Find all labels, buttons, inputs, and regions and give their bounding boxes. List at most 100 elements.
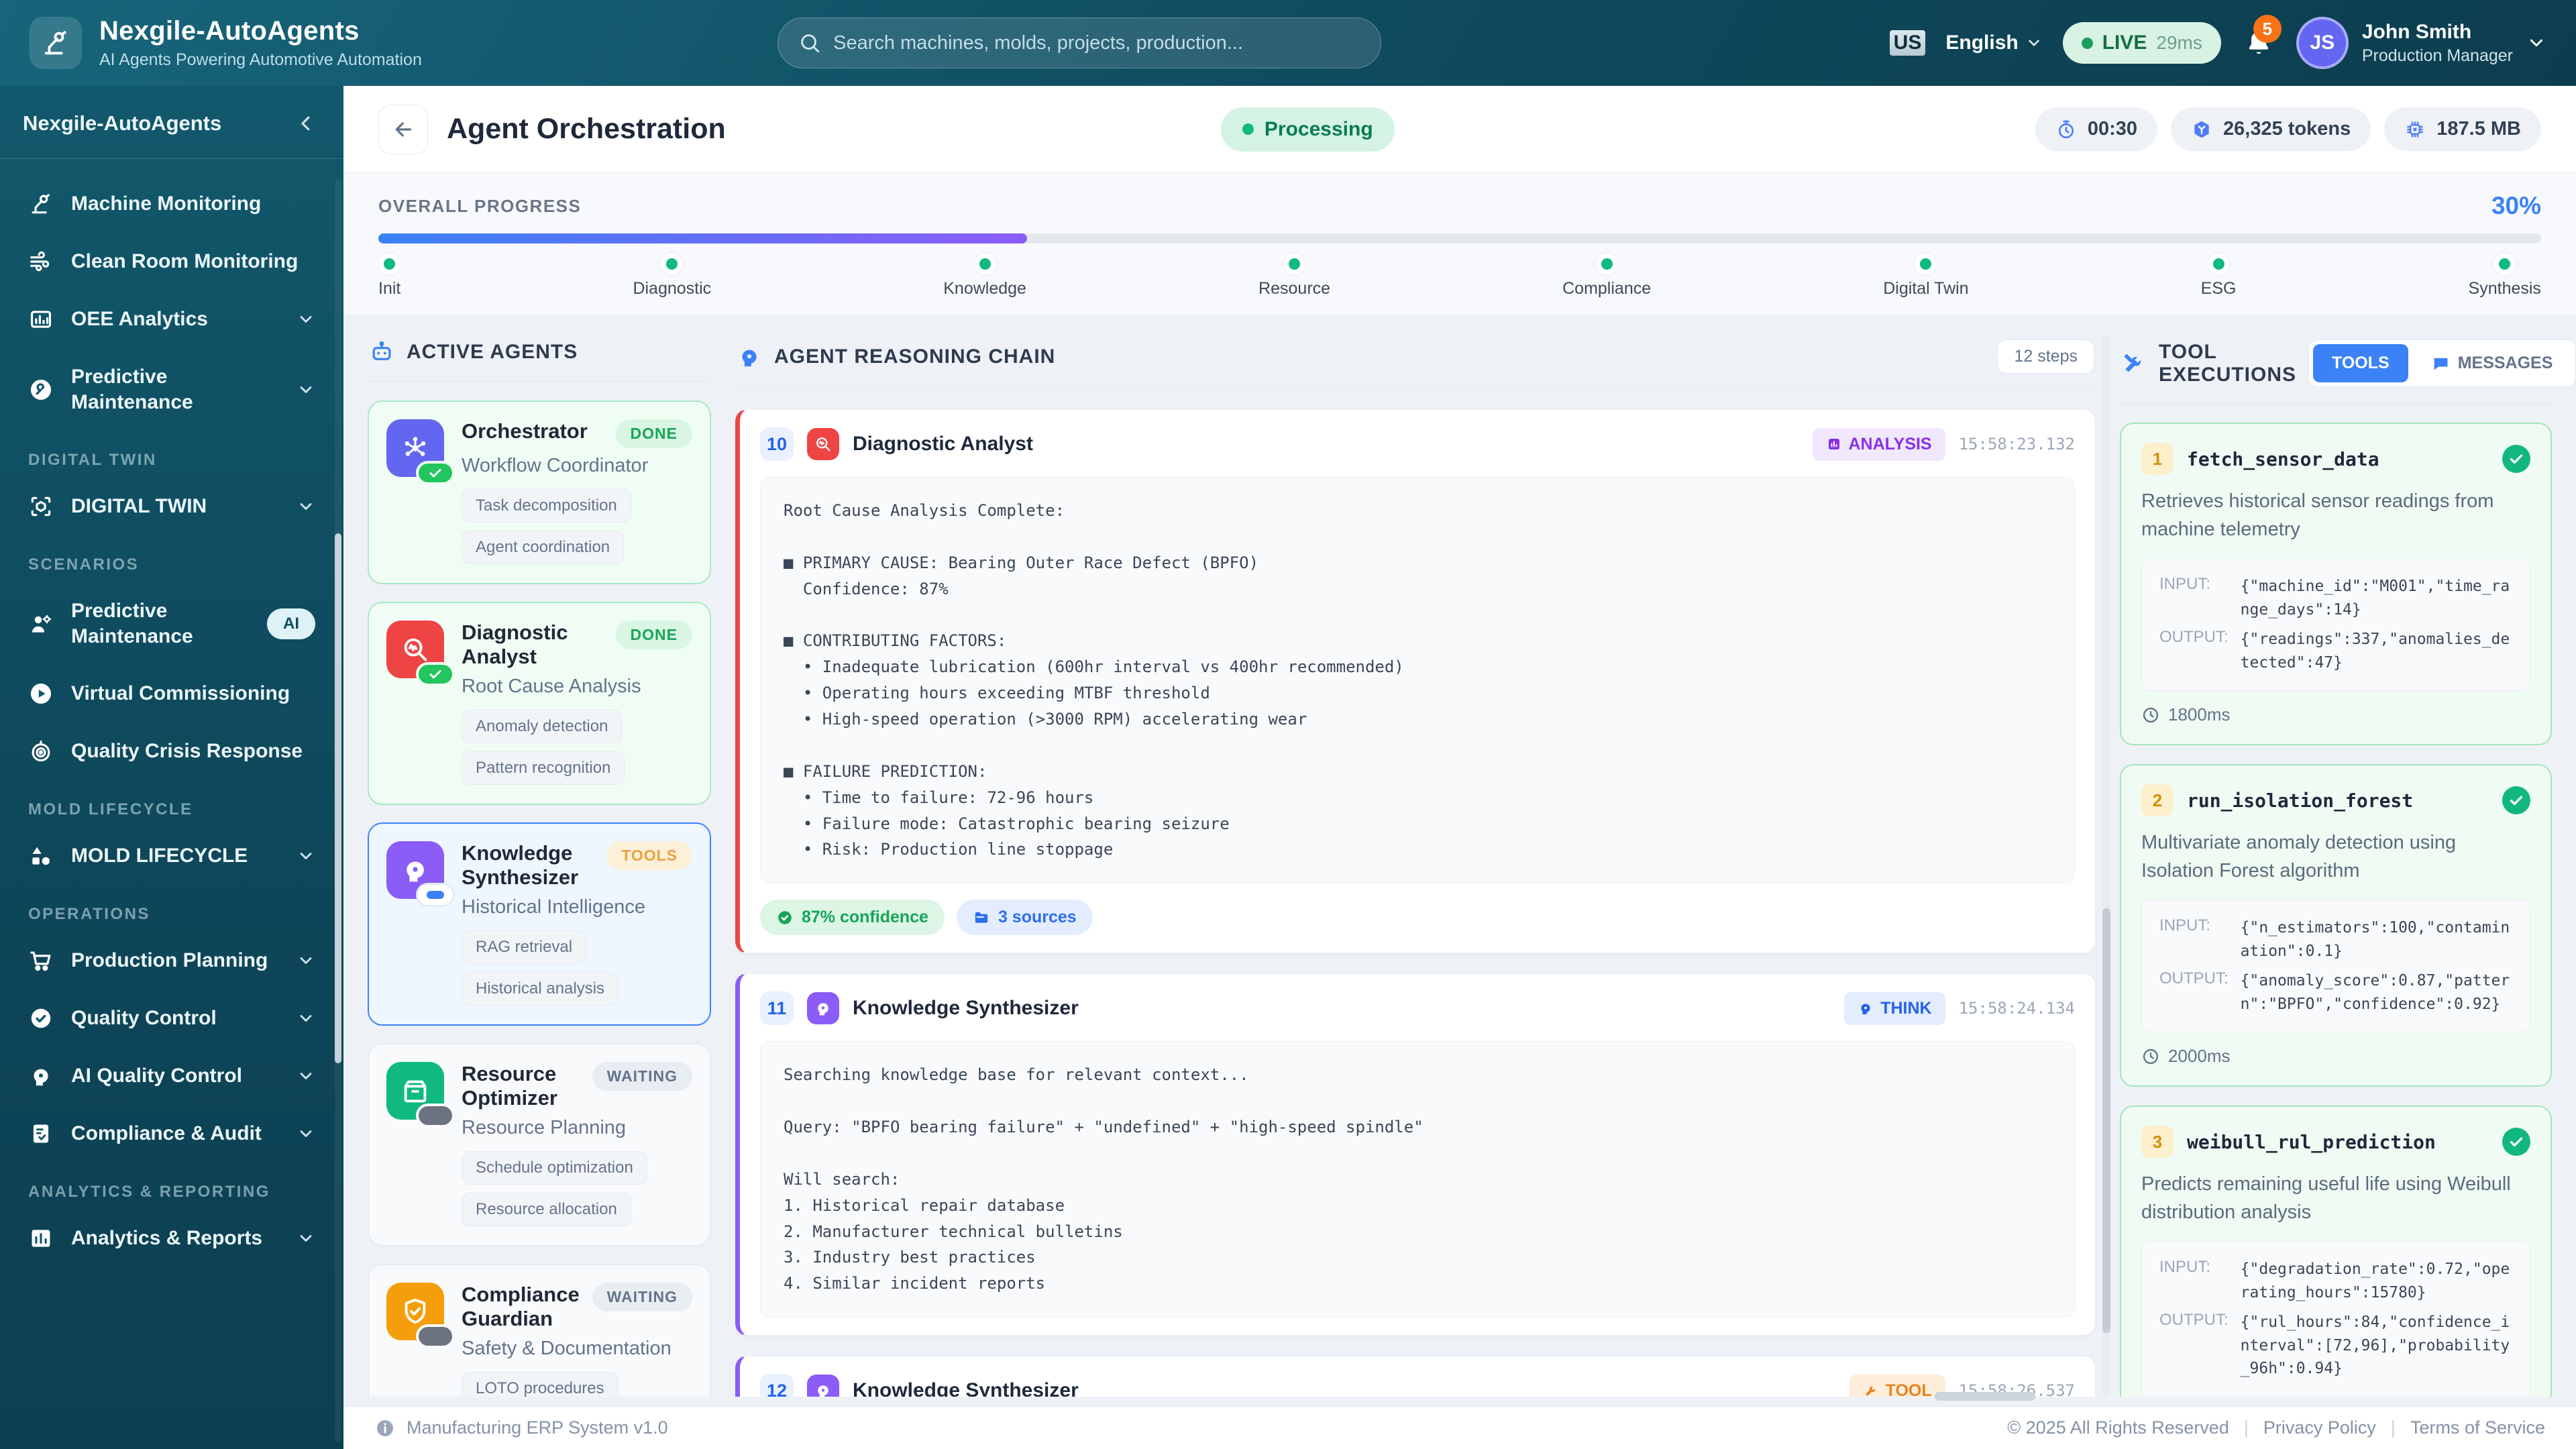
sidebar-item-analytics-reports[interactable]: Analytics & Reports [15,1210,329,1267]
notifications-button[interactable]: 5 [2241,25,2276,60]
reasoning-horizontal-scrollbar[interactable] [1935,1392,2035,1401]
tool-card-weibull-rul-prediction[interactable]: 3 weibull_rul_prediction Predicts remain… [2120,1106,2552,1397]
play-circle-icon [28,681,54,706]
input-label: INPUT: [2159,1258,2229,1304]
step-content: Root Cause Analysis Complete: ■ PRIMARY … [760,477,2075,883]
info-icon [374,1417,396,1439]
back-button[interactable] [378,105,428,154]
tool-card-fetch-sensor-data[interactable]: 1 fetch_sensor_data Retrieves historical… [2120,423,2552,745]
tool-description: Multivariate anomaly detection using Iso… [2141,828,2530,885]
chart-icon [28,1226,54,1251]
language-selector[interactable]: English [1945,32,2042,54]
sidebar-item-virtual-commissioning[interactable]: Virtual Commissioning [15,665,329,722]
sidebar-item-compliance-audit[interactable]: Compliance & Audit [15,1105,329,1163]
progress-step-init: Init [378,258,400,299]
bar-chart-icon [28,307,54,332]
status-dot [1242,123,1254,135]
sidebar-scrollbar[interactable] [335,180,341,1442]
agent-card-resource-optimizer[interactable]: Resource Optimizer WAITING Resource Plan… [368,1043,711,1246]
doc-check-icon [28,1121,54,1146]
tool-name: fetch_sensor_data [2187,448,2379,470]
agent-card-orchestrator[interactable]: Orchestrator DONE Workflow Coordinator T… [368,400,711,584]
terms-of-service-link[interactable]: Terms of Service [2410,1417,2545,1438]
chip-icon [2404,119,2426,140]
step-timestamp: 15:58:24.134 [1959,999,2075,1018]
agent-status-badge: WAITING [592,1283,692,1311]
tool-output: {"anomaly_score":0.87,"pattern":"BPFO","… [2241,969,2512,1016]
sidebar-item-predictive-maintenance[interactable]: Predictive Maintenance [15,348,329,431]
sidebar-item-digital-twin[interactable]: DIGITAL TWIN [15,478,329,535]
live-label: LIVE [2102,32,2147,54]
progress-step-knowledge: Knowledge [943,258,1026,299]
chevron-down-icon [2025,34,2043,52]
avatar: JS [2296,17,2349,69]
chevron-down-icon [297,497,315,516]
tab-tools[interactable]: TOOLS [2313,344,2408,382]
tool-number: 2 [2141,784,2174,816]
input-label: INPUT: [2159,575,2229,621]
tool-description: Predicts remaining useful life using Wei… [2141,1170,2530,1226]
confidence-badge: 87% confidence [760,900,945,935]
agent-tag: Schedule optimization [462,1151,647,1185]
sidebar-item-machine-monitoring[interactable]: Machine Monitoring [15,175,329,233]
agent-done-indicator [416,461,455,485]
user-menu[interactable]: JS John Smith Production Manager [2296,17,2546,69]
shapes-icon [28,843,54,869]
agent-card-compliance-guardian[interactable]: Compliance Guardian WAITING Safety & Doc… [368,1264,711,1397]
privacy-policy-link[interactable]: Privacy Policy [2263,1417,2376,1438]
sidebar-item-oee-analytics[interactable]: OEE Analytics [15,290,329,348]
search-input[interactable] [833,32,1360,54]
sidebar-item-quality-crisis-response[interactable]: Quality Crisis Response [15,722,329,780]
tool-io-block: INPUT: {"machine_id":"M001","time_range_… [2141,558,2530,691]
tool-badge: TOOL [1849,1375,1945,1397]
robot-arm-icon [40,28,71,58]
ai-badge: AI [267,608,315,639]
tool-io-block: INPUT: {"degradation_rate":0.72,"operati… [2141,1241,2530,1397]
output-label: OUTPUT: [2159,1311,2229,1381]
wrench-circle-icon [28,377,54,402]
chevron-down-icon [297,1067,315,1085]
agent-tag: LOTO procedures [462,1372,619,1397]
token-icon [2191,119,2212,140]
tool-card-run-isolation-forest[interactable]: 2 run_isolation_forest Multivariate anom… [2120,764,2552,1087]
wind-icon [28,249,54,274]
reasoning-scrollbar[interactable] [2102,335,2110,1397]
sidebar-section-operations: OPERATIONS [15,885,329,932]
global-search[interactable] [777,17,1381,68]
step-agent-name: Knowledge Synthesizer [853,1379,1079,1397]
step-number: 12 [760,1374,794,1397]
think-badge: THINK [1844,992,1945,1025]
check-circle-icon [2502,445,2530,473]
progress-step-diagnostic: Diagnostic [633,258,711,299]
target-icon [28,739,54,764]
agent-tag: Historical analysis [462,972,619,1006]
agent-card-diagnostic-analyst[interactable]: Diagnostic Analyst DONE Root Cause Analy… [368,602,711,805]
active-agents-panel: ACTIVE AGENTS Orchestrator DONE [368,335,711,1397]
tab-messages[interactable]: MESSAGES [2412,344,2572,382]
agent-card-knowledge-synthesizer[interactable]: Knowledge Synthesizer TOOLS Historical I… [368,822,711,1026]
sidebar: Nexgile-AutoAgents Machine Monitoring Cl… [0,86,343,1449]
cube-scan-icon [28,494,54,519]
search-wave-icon [807,428,839,460]
head-gear-icon [807,992,839,1024]
progress-track [378,233,2541,244]
user-role: Production Manager [2362,46,2513,66]
sidebar-item-predictive-maintenance-ai[interactable]: Predictive Maintenance AI [15,582,329,665]
badge-check-icon [28,1006,54,1031]
live-status-badge: LIVE 29ms [2063,22,2221,64]
head-gear-icon [28,1063,54,1089]
page-header: Agent Orchestration Processing 00:30 26,… [343,86,2576,173]
progress-step-digital-twin: Digital Twin [1883,258,1968,299]
sidebar-collapse-button[interactable] [291,109,321,138]
step-content: Searching knowledge base for relevant co… [760,1041,2075,1318]
locale-flag: US [1890,30,1926,56]
sidebar-item-mold-lifecycle[interactable]: MOLD LIFECYCLE [15,827,329,885]
sidebar-item-production-planning[interactable]: Production Planning [15,932,329,989]
sidebar-item-ai-quality-control[interactable]: AI Quality Control [15,1047,329,1105]
sidebar-item-clean-room-monitoring[interactable]: Clean Room Monitoring [15,233,329,290]
system-version: Manufacturing ERP System v1.0 [407,1417,668,1438]
sidebar-item-quality-control[interactable]: Quality Control [15,989,329,1047]
search-icon [798,32,821,54]
sidebar-section-digital-twin: DIGITAL TWIN [15,431,329,478]
chevron-down-icon [297,1009,315,1028]
